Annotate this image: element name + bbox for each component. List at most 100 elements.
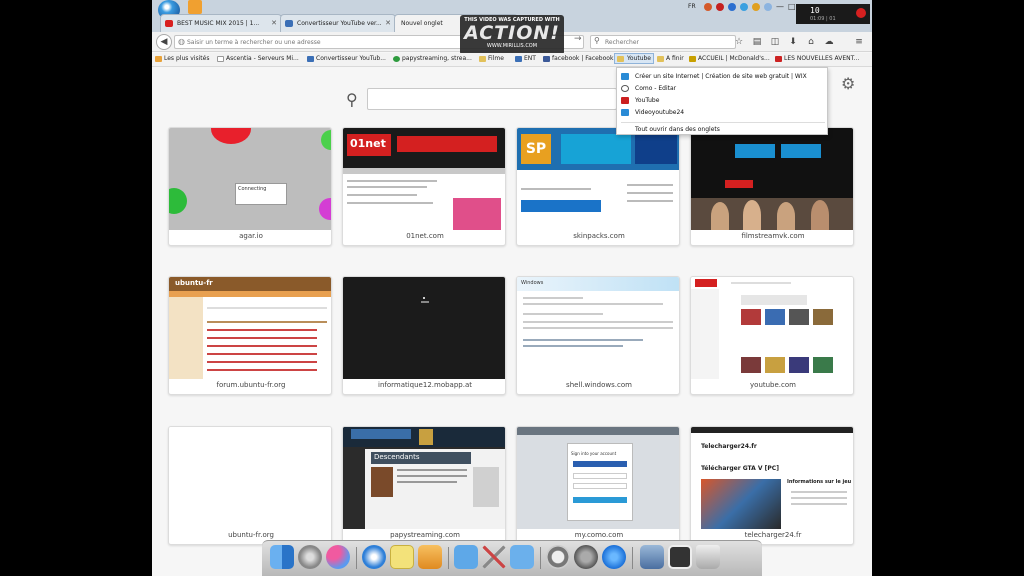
tile-thumbnail: SP: [517, 128, 679, 230]
bookmark-item[interactable]: A finir: [656, 55, 684, 62]
tab-music-mix[interactable]: BEST MUSIC MIX 2015 | 1... ✕: [160, 14, 282, 32]
url-input[interactable]: [187, 37, 467, 48]
bookmark-label: Filme: [488, 55, 504, 62]
tile-informatique12[interactable]: informatique12.mobapp.at: [342, 276, 506, 395]
tab-convertisseur[interactable]: Convertisseur YouTube ver... ✕: [280, 14, 396, 32]
page-icon: [621, 73, 629, 80]
dropdown-item-videoyoutube24[interactable]: Videoyoutube24: [617, 106, 829, 118]
media-player-icon[interactable]: [418, 545, 442, 569]
tile-como[interactable]: Sign into your account my.como.com: [516, 426, 680, 545]
trash-icon[interactable]: [696, 545, 720, 569]
dropdown-label: YouTube: [635, 97, 660, 104]
download-icon[interactable]: ⬇: [786, 35, 800, 49]
bookmark-label: ACCUEIL | McDonald's...: [698, 55, 770, 62]
tray-icon[interactable]: [740, 3, 748, 11]
app-store-icon[interactable]: [602, 545, 626, 569]
bookmark-label: ENT: [524, 55, 536, 62]
bookmarks-bar: Les plus visités Ascentia - Serveurs Mi.…: [152, 53, 872, 67]
bookmark-item[interactable]: papystreaming, strea...: [392, 55, 472, 62]
tray-icon[interactable]: [764, 3, 772, 11]
tray-icon[interactable]: [704, 3, 712, 11]
tile-label: agar.io: [239, 232, 263, 240]
bookmark-item[interactable]: facebook | Facebook: [542, 55, 613, 62]
minimize-button[interactable]: —: [776, 2, 784, 11]
bookmark-item[interactable]: ACCUEIL | McDonald's...: [688, 55, 770, 62]
bookmark-item[interactable]: Convertisseur YouTub...: [306, 55, 386, 62]
tile-label: youtube.com: [750, 381, 796, 389]
finder-icon[interactable]: [270, 545, 294, 569]
mcdonalds-icon: [689, 56, 696, 62]
notes-icon[interactable]: [390, 545, 414, 569]
pocket-icon[interactable]: ◫: [768, 35, 782, 49]
reading-list-icon[interactable]: ▤: [750, 35, 764, 49]
bookmark-item[interactable]: ENT: [514, 55, 536, 62]
tile-01net[interactable]: 01net 01net.com: [342, 127, 506, 246]
applications-folder-icon[interactable]: [510, 545, 534, 569]
tile-ubuntu-fr[interactable]: ubuntu-fr.org: [168, 426, 332, 545]
language-indicator[interactable]: FR: [688, 3, 696, 10]
tile-thumbnail: [169, 427, 331, 529]
dropdown-label: Como - Editar: [635, 85, 677, 92]
star-icon[interactable]: ☆: [732, 35, 746, 49]
bookmark-folder-youtube[interactable]: Youtube: [614, 53, 654, 64]
page-icon: [285, 20, 293, 27]
tile-thumbnail: Connecting: [169, 128, 331, 230]
tile-filmstreamvk[interactable]: filmstreamvk.com: [690, 127, 854, 246]
launchpad-icon[interactable]: [574, 545, 598, 569]
image-viewer-icon[interactable]: [640, 545, 664, 569]
clock-date: 01:09 | 01: [810, 16, 836, 22]
windows-logo: Windows: [521, 280, 544, 286]
dropdown-item-wix[interactable]: Créer un site Internet | Création de sit…: [617, 70, 829, 82]
bookmark-icon: [217, 56, 224, 62]
tile-shell-windows[interactable]: Windows shell.windows.com: [516, 276, 680, 395]
bookmark-item[interactable]: Ascentia - Serveurs Mi...: [216, 55, 299, 62]
new-tab-search-box[interactable]: [367, 88, 617, 110]
bookmark-item[interactable]: LES NOUVELLES AVENT...: [774, 55, 859, 62]
tile-thumbnail: Windows: [517, 277, 679, 379]
tile-label: papystreaming.com: [390, 531, 460, 539]
maximize-button[interactable]: □: [788, 2, 796, 11]
tile-youtube[interactable]: youtube.com: [690, 276, 854, 395]
tile-thumbnail: Telecharger24.fr Télécharger GTA V [PC] …: [691, 427, 853, 529]
tray-icon[interactable]: [728, 3, 736, 11]
search-bar[interactable]: ⚲: [590, 35, 736, 49]
tile-papystreaming[interactable]: Descendants papystreaming.com: [342, 426, 506, 545]
bookmark-item[interactable]: Les plus visités: [154, 55, 209, 62]
tile-thumbnail: [343, 277, 505, 379]
folder-icon: [617, 56, 624, 62]
youtube-icon: [165, 20, 173, 27]
window-switcher-icon[interactable]: [668, 545, 692, 569]
home-icon[interactable]: ⌂: [804, 35, 818, 49]
go-button[interactable]: →: [574, 34, 582, 44]
panorama-tabs-icon[interactable]: [188, 0, 202, 14]
close-icon[interactable]: ✕: [385, 19, 391, 27]
page-icon: [621, 109, 629, 116]
tools-icon[interactable]: [482, 545, 506, 569]
tile-label: 01net.com: [406, 232, 444, 240]
tile-thumbnail: 01net: [343, 128, 505, 230]
dropdown-item-como[interactable]: Como - Editar: [617, 82, 829, 94]
chat-icon[interactable]: ☁: [822, 35, 836, 49]
tile-forum-ubuntu[interactable]: ubuntu-fr forum.ubuntu-fr.org: [168, 276, 332, 395]
tile-telecharger24[interactable]: Telecharger24.fr Télécharger GTA V [PC] …: [690, 426, 854, 545]
back-button[interactable]: ◀: [156, 34, 172, 50]
tile-label: shell.windows.com: [566, 381, 632, 389]
bookmark-label: facebook | Facebook: [552, 55, 614, 62]
menu-icon[interactable]: ≡: [852, 35, 866, 49]
close-icon[interactable]: ✕: [271, 19, 277, 27]
game-center-icon[interactable]: [326, 545, 350, 569]
tile-label: filmstreamvk.com: [741, 232, 805, 240]
search-input[interactable]: [605, 37, 725, 48]
gear-icon[interactable]: ⚙: [841, 74, 855, 93]
power-icon[interactable]: [546, 545, 570, 569]
safari-icon[interactable]: [362, 545, 386, 569]
folder-icon[interactable]: [454, 545, 478, 569]
tile-agar[interactable]: Connecting agar.io: [168, 127, 332, 246]
bookmark-item[interactable]: Filme: [478, 55, 504, 62]
dropdown-open-all[interactable]: Tout ouvrir dans des onglets: [617, 123, 829, 135]
tile-skinpacks[interactable]: SP skinpacks.com: [516, 127, 680, 246]
tray-icon[interactable]: [716, 3, 724, 11]
system-preferences-icon[interactable]: [298, 545, 322, 569]
tray-icon[interactable]: [752, 3, 760, 11]
dropdown-item-youtube[interactable]: YouTube: [617, 94, 829, 106]
